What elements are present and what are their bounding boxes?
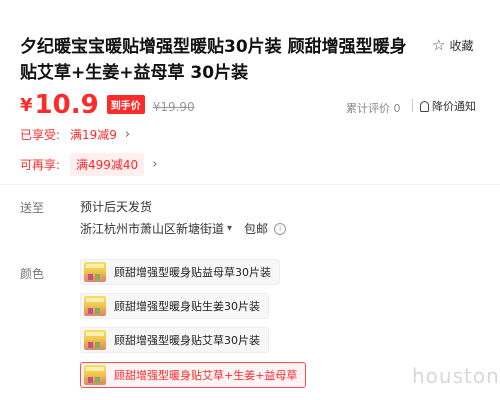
price-drop-notify-button[interactable]: 降价通知 bbox=[420, 98, 476, 114]
chevron-right-icon: › bbox=[124, 127, 131, 142]
delivery-note: 预计后天发货 bbox=[80, 200, 153, 214]
free-shipping-label: 包邮 bbox=[244, 222, 269, 236]
currency-symbol: ¥ bbox=[20, 95, 33, 116]
notify-label: 降价通知 bbox=[432, 100, 476, 113]
watermark: houston bbox=[412, 364, 500, 388]
address-selector[interactable]: 浙江杭州市萧山区新塘街道 bbox=[80, 220, 224, 237]
favorite-label: 收藏 bbox=[449, 38, 474, 53]
final-price-badge: 到手价 bbox=[106, 95, 145, 114]
product-thumbnail bbox=[84, 296, 106, 316]
color-option[interactable]: 顾甜增强型暖身贴艾草30片装 bbox=[80, 327, 269, 353]
caret-down-icon[interactable]: ▾ bbox=[227, 223, 232, 234]
favorite-button[interactable]: ☆ 收藏 bbox=[432, 36, 473, 54]
promo-value: 满499减40 bbox=[70, 153, 145, 176]
promo-label: 可再享: bbox=[20, 158, 61, 172]
original-price: ¥19.90 bbox=[152, 100, 195, 114]
current-price: 10.9 bbox=[34, 90, 99, 120]
product-title: 夕纪暖宝宝暖贴增强型暖贴30片装 顾甜增强型暖身贴艾草+生姜+益母草 30片装 bbox=[20, 37, 407, 83]
color-option[interactable]: 顾甜增强型暖身贴生姜30片装 bbox=[80, 293, 269, 319]
promo-value: 满19减9 bbox=[70, 128, 117, 142]
color-option[interactable]: 顾甜增强型暖身贴益母草30片装 bbox=[80, 259, 280, 285]
option-label: 顾甜增强型暖身贴益母草30片装 bbox=[114, 266, 271, 279]
price-row: ¥ 10.9 到手价 ¥19.90 bbox=[20, 90, 195, 120]
color-label: 颜色 bbox=[20, 267, 45, 281]
product-thumbnail bbox=[84, 262, 106, 282]
section-divider bbox=[0, 184, 500, 185]
divider bbox=[412, 99, 413, 112]
color-option-selected[interactable]: 顾甜增强型暖身贴艾草+生姜+益母草 bbox=[80, 362, 307, 388]
bell-icon bbox=[420, 100, 429, 112]
option-label: 顾甜增强型暖身贴艾草+生姜+益母草 bbox=[114, 369, 298, 382]
star-icon: ☆ bbox=[432, 36, 446, 54]
product-thumbnail bbox=[84, 365, 106, 385]
promo-label: 已享受: bbox=[20, 128, 61, 142]
review-count[interactable]: 累计评价 0 bbox=[346, 100, 401, 116]
option-label: 顾甜增强型暖身贴艾草30片装 bbox=[114, 334, 260, 347]
shipping-row: 浙江杭州市萧山区新塘街道 ▾ 包邮 i bbox=[80, 220, 287, 237]
chevron-right-icon: › bbox=[152, 157, 158, 172]
product-thumbnail bbox=[84, 330, 106, 350]
info-icon[interactable]: i bbox=[274, 222, 287, 235]
option-label: 顾甜增强型暖身贴生姜30片装 bbox=[114, 300, 260, 313]
promo-row-available[interactable]: 可再享: 满499减40 › bbox=[20, 153, 157, 176]
promo-row-applied[interactable]: 已享受: 满19减9 › bbox=[20, 126, 130, 143]
shipping-label: 送至 bbox=[20, 201, 45, 215]
